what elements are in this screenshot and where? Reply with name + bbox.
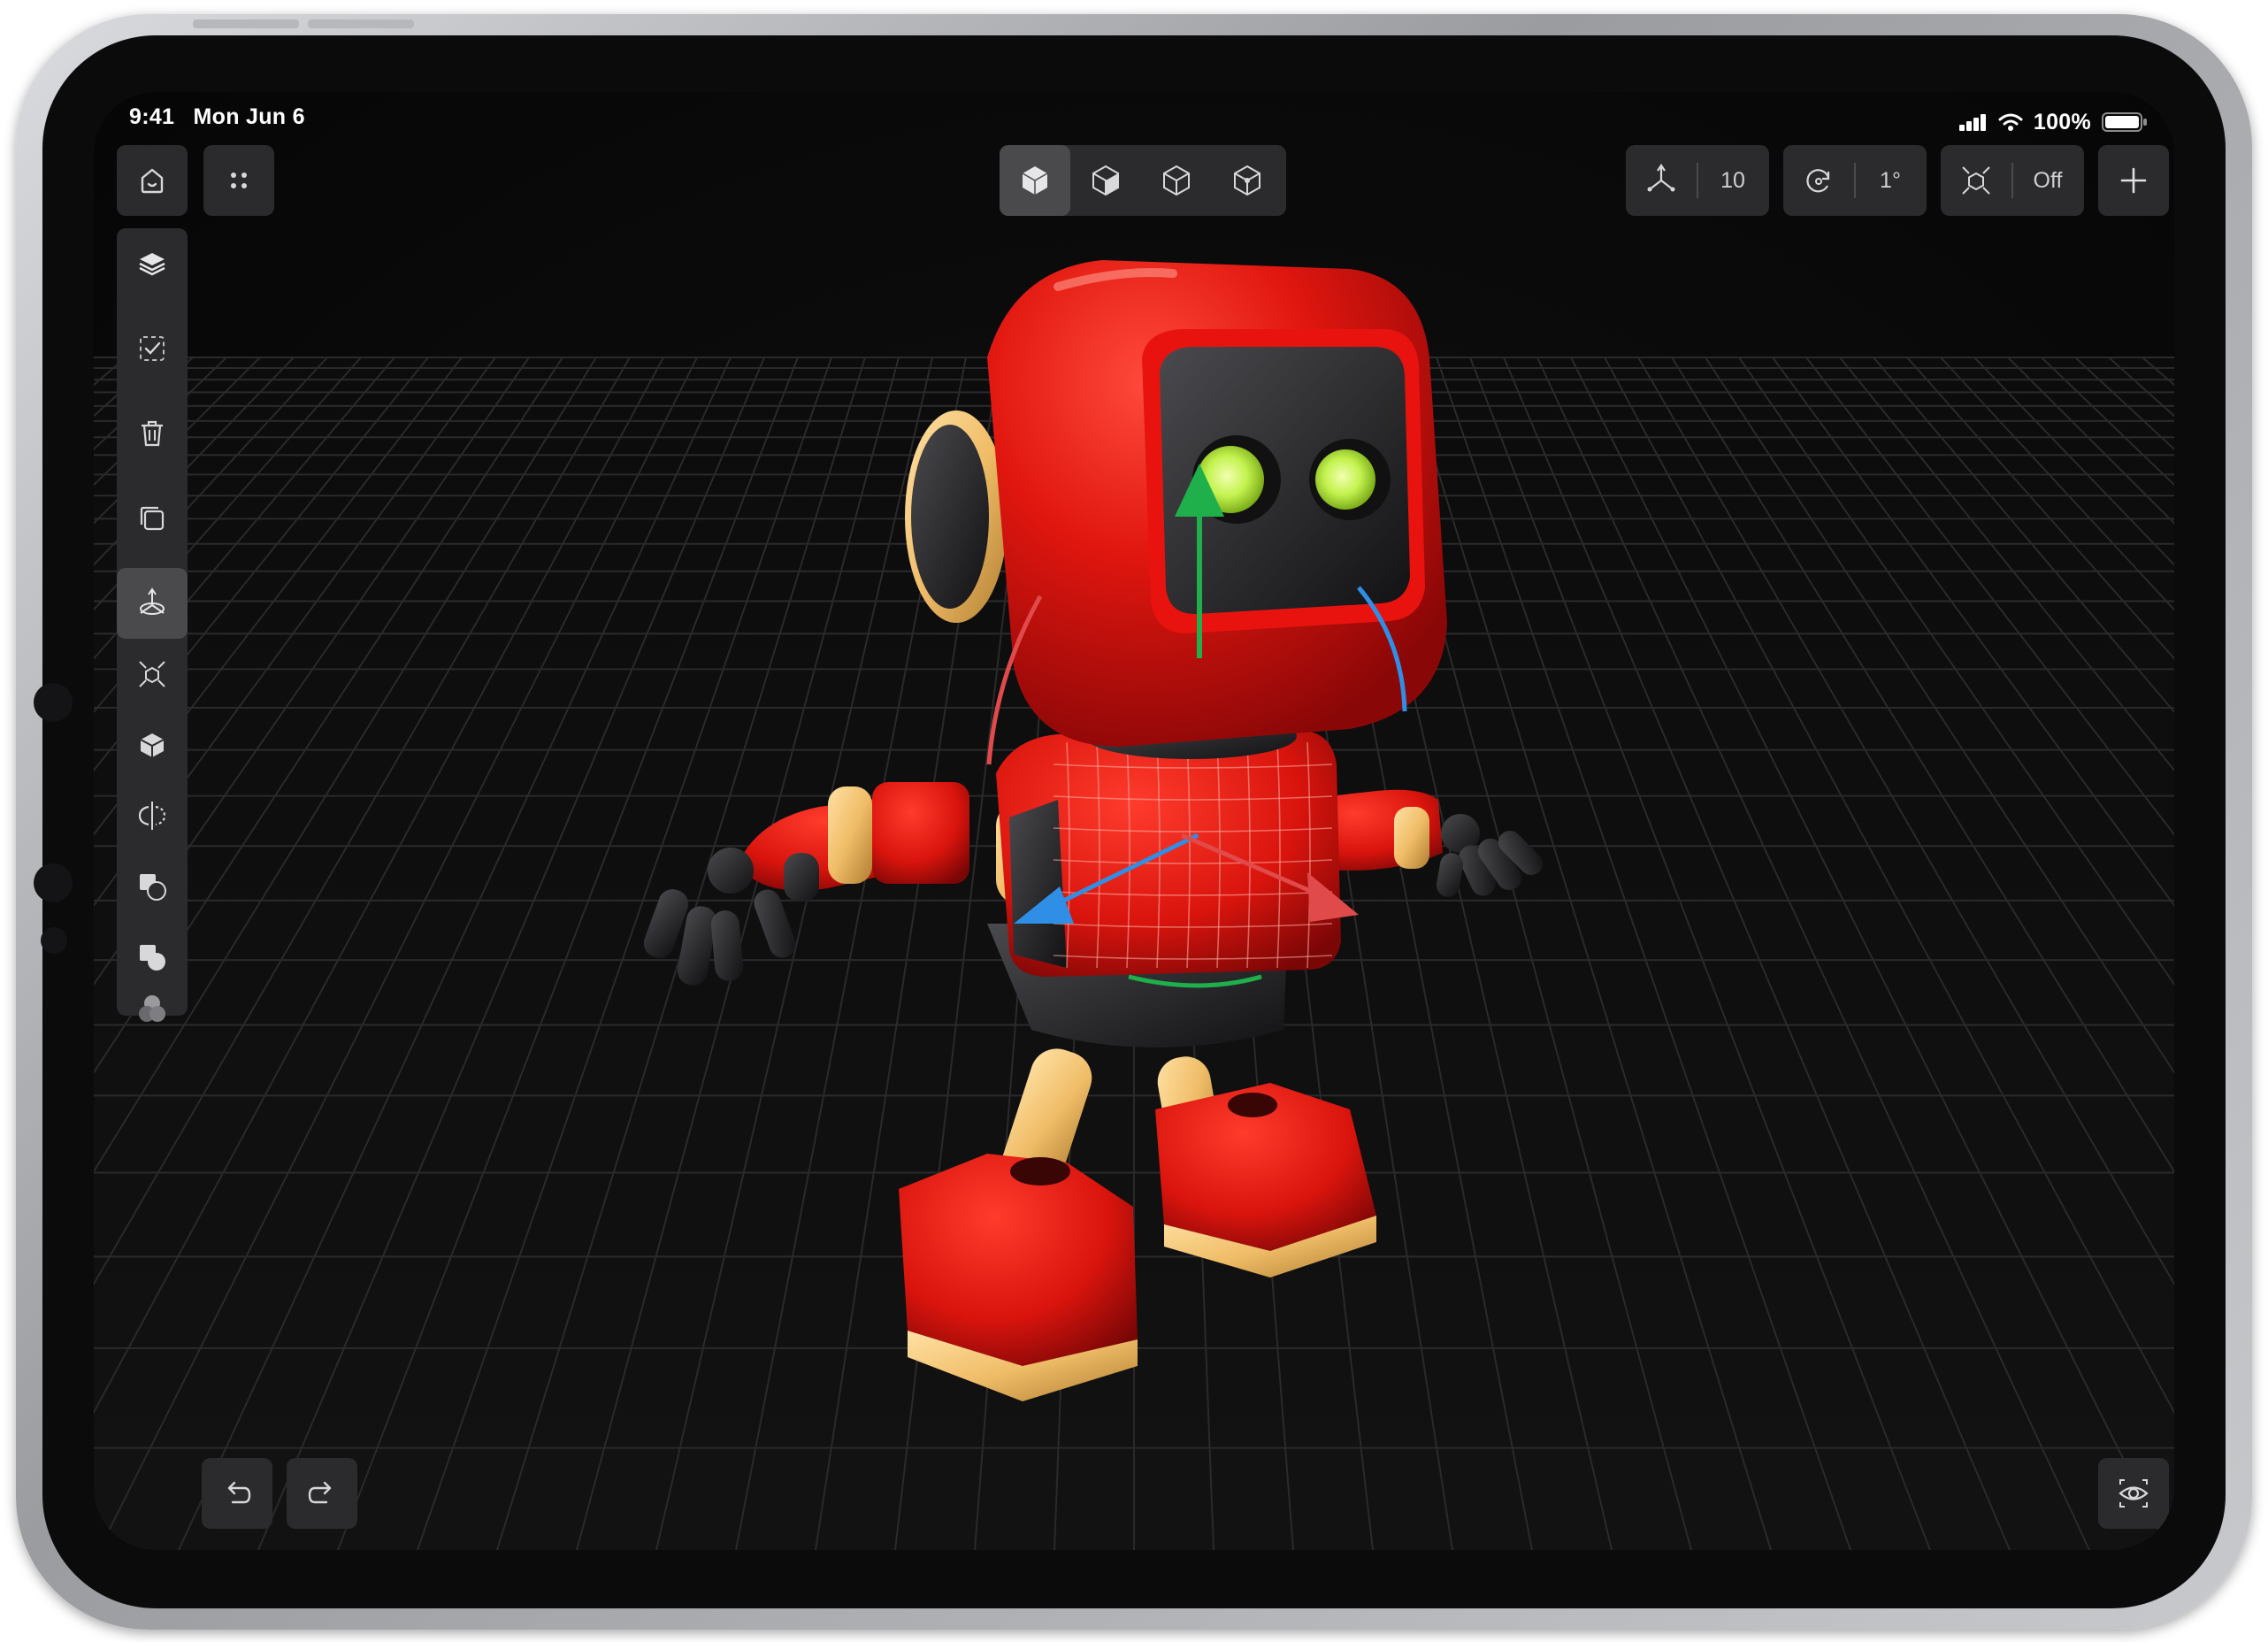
side-sensor: [34, 863, 73, 902]
view-wireframe-button[interactable]: [1141, 145, 1212, 216]
home-button[interactable]: [117, 145, 188, 216]
wireframe-view-icon: [1163, 165, 1190, 196]
3d-viewport[interactable]: [94, 92, 2174, 1550]
boolean-union-button[interactable]: [117, 922, 188, 993]
boolean-subtract-icon: [140, 874, 166, 901]
status-bar-right: 100%: [1958, 104, 2148, 140]
view-material-button[interactable]: [1070, 145, 1141, 216]
move-snap-value: 10: [1720, 167, 1745, 193]
apps-button[interactable]: [203, 145, 274, 216]
side-sensor: [34, 683, 73, 722]
view-camera-button[interactable]: [2098, 1458, 2169, 1529]
eye-view-icon: [2119, 1479, 2149, 1508]
select-button[interactable]: [117, 313, 188, 384]
extrude-icon: [140, 733, 165, 757]
redo-button[interactable]: [287, 1458, 357, 1529]
top-button: [308, 19, 414, 28]
cellular-signal-icon: [1958, 114, 1986, 131]
duplicate-button[interactable]: [117, 483, 188, 554]
scale-snap-control[interactable]: Off: [1941, 145, 2084, 216]
view-solid-button[interactable]: [1000, 145, 1070, 216]
trash-icon: [142, 420, 163, 447]
scale-snap-value: Off: [2033, 167, 2063, 193]
rotate-snap-control[interactable]: 1°: [1783, 145, 1927, 216]
point-view-icon: [1234, 165, 1260, 196]
view-vertex-button[interactable]: [1212, 145, 1283, 216]
move-axes-icon: [1647, 164, 1675, 192]
status-time: 9:41: [129, 104, 175, 129]
boolean-intersect-icon: [139, 995, 165, 1022]
status-bar-left: 9:41 Mon Jun 6: [129, 104, 318, 140]
extrude-button[interactable]: [117, 710, 188, 780]
status-date: Mon Jun 6: [193, 104, 305, 129]
grid-dots-icon: [231, 173, 247, 188]
add-button[interactable]: [2098, 145, 2169, 216]
plus-icon: [2120, 167, 2147, 194]
delete-button[interactable]: [117, 398, 188, 469]
battery-percent: 100%: [2033, 109, 2091, 134]
battery-icon: [2102, 112, 2147, 132]
material-view-icon: [1092, 165, 1119, 196]
boolean-subtract-button[interactable]: [117, 851, 188, 922]
solid-view-icon: [1022, 166, 1048, 195]
robot-torso: [996, 731, 1341, 977]
scale-icon: [139, 661, 165, 687]
top-button: [193, 19, 299, 28]
redo-icon: [308, 1481, 332, 1504]
layers-button[interactable]: [117, 228, 188, 299]
mirror-icon: [138, 802, 166, 830]
scale-cube-icon: [1962, 166, 1990, 195]
rotate-icon: [1806, 169, 1830, 193]
mirror-button[interactable]: [117, 780, 188, 851]
screen: 9:41 Mon Jun 6 100% 10 1° Off: [94, 92, 2174, 1550]
scale-tool-button[interactable]: [117, 639, 188, 710]
rotate-snap-value: 1°: [1880, 167, 1901, 193]
transform-button[interactable]: [117, 568, 188, 639]
side-sensor: [41, 927, 67, 954]
left-toolbar: [117, 228, 188, 1016]
boolean-union-icon: [140, 945, 165, 971]
wifi-icon: [1998, 113, 2023, 131]
duplicate-icon: [140, 506, 165, 531]
select-icon: [140, 336, 165, 361]
view-mode-segment: [1000, 145, 1286, 216]
layers-icon: [139, 253, 165, 276]
home-icon: [141, 168, 164, 194]
undo-icon: [227, 1481, 251, 1504]
transform-icon: [140, 587, 165, 615]
move-snap-control[interactable]: 10: [1626, 145, 1769, 216]
undo-button[interactable]: [202, 1458, 272, 1529]
